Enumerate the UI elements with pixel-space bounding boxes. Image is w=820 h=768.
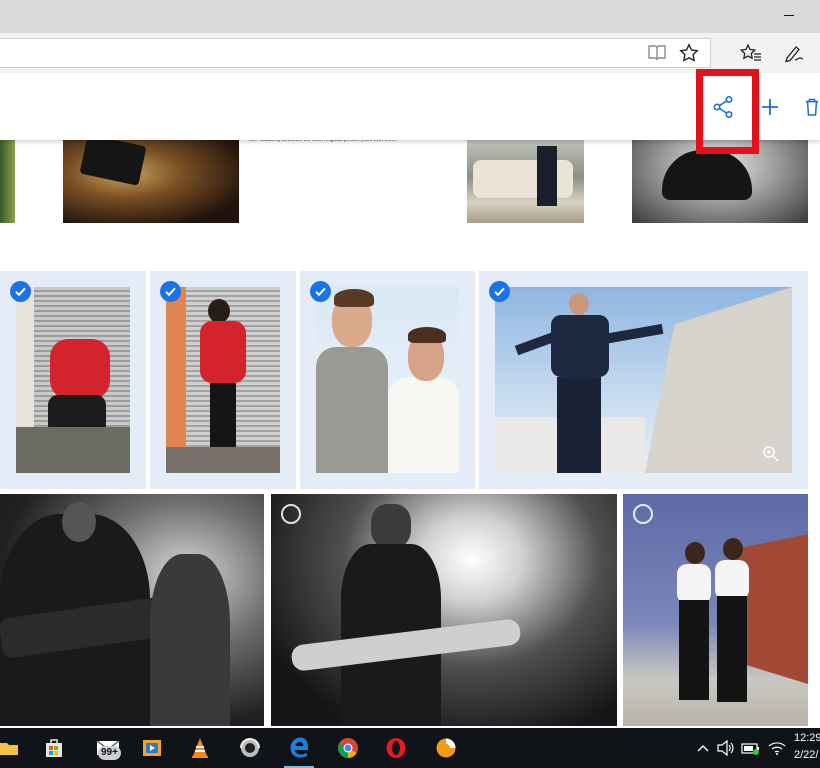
photo-image — [495, 287, 792, 473]
vintage-car-shape — [473, 160, 573, 198]
selected-check-icon[interactable] — [10, 281, 31, 302]
grey-suit-shape — [316, 347, 388, 473]
red-jacket-shape — [200, 321, 246, 383]
head-shape — [723, 538, 743, 560]
wifi-icon[interactable] — [766, 728, 788, 768]
address-bar[interactable] — [0, 38, 711, 68]
ground-shape — [16, 427, 130, 473]
file-explorer-icon[interactable] — [0, 728, 18, 768]
photo-image — [316, 287, 459, 473]
zoom-icon[interactable] — [762, 445, 780, 463]
selected-check-icon[interactable] — [489, 281, 510, 302]
trousers-shape — [679, 600, 709, 700]
head-shape — [569, 293, 589, 315]
selected-tile[interactable] — [0, 271, 146, 489]
photo-tile[interactable] — [623, 494, 808, 726]
phone-shape — [79, 140, 147, 186]
media-player-icon[interactable] — [140, 728, 164, 768]
notification-badge: 99+ — [98, 746, 121, 760]
mail-icon[interactable]: 99+ — [88, 728, 128, 768]
person-shape — [537, 146, 557, 206]
favorite-star-icon[interactable] — [676, 33, 702, 73]
chevron-up-icon[interactable] — [694, 728, 712, 768]
car-shape — [662, 150, 752, 200]
hair-shape — [334, 289, 374, 307]
headset-app-icon[interactable] — [236, 728, 264, 768]
selected-check-icon[interactable] — [160, 281, 181, 302]
pie-chart-app-icon[interactable] — [432, 728, 460, 768]
navigation-bar — [0, 33, 820, 73]
minimize-button[interactable] — [784, 15, 794, 16]
clock[interactable]: 12:29 2/22/ — [794, 732, 820, 762]
select-circle-icon[interactable] — [281, 504, 301, 524]
trousers-shape — [557, 377, 601, 473]
red-jacket-shape — [50, 339, 110, 399]
white-shirt-shape — [677, 564, 711, 604]
photo-tile[interactable] — [271, 494, 617, 726]
edge-icon[interactable] — [284, 728, 314, 768]
photo-tile[interactable] — [467, 140, 584, 223]
selection-toolbar — [0, 69, 820, 154]
ground-shape — [166, 447, 280, 473]
battery-icon[interactable] — [740, 728, 762, 768]
photo-tile[interactable] — [63, 140, 239, 223]
taskbar: 99+ 12:29 2/22/ — [0, 728, 820, 768]
pants-shape — [210, 383, 236, 449]
orange-wall-shape — [166, 287, 186, 473]
opera-icon[interactable] — [382, 728, 410, 768]
title-bar — [0, 0, 820, 33]
head-shape — [62, 502, 96, 542]
photo-tile[interactable] — [0, 140, 15, 223]
selected-check-icon[interactable] — [310, 281, 331, 302]
navy-suit-shape — [551, 315, 609, 377]
clock-date: 2/22/ — [794, 749, 819, 761]
clock-time: 12:29 — [794, 732, 820, 744]
web-note-pen-icon[interactable] — [780, 33, 808, 73]
white-suit-shape — [388, 377, 459, 473]
head-shape — [685, 542, 705, 564]
add-icon[interactable] — [757, 73, 783, 140]
favorites-hub-icon[interactable] — [737, 33, 765, 73]
band-member-shape — [150, 554, 230, 726]
reading-view-icon[interactable] — [644, 33, 670, 73]
selected-tile[interactable] — [300, 271, 475, 489]
head-shape — [208, 299, 230, 323]
arm-shape — [602, 323, 664, 345]
selected-tile[interactable] — [479, 271, 808, 489]
chrome-icon[interactable] — [334, 728, 362, 768]
vlc-icon[interactable] — [188, 728, 212, 768]
photo-tile[interactable] — [0, 494, 264, 726]
selected-tile[interactable] — [150, 271, 296, 489]
delete-icon[interactable] — [804, 73, 820, 140]
trousers-shape — [717, 596, 747, 702]
select-circle-icon[interactable] — [633, 504, 653, 524]
head-shape — [371, 504, 411, 548]
hair-shape — [408, 327, 446, 343]
share-highlight-box — [696, 69, 759, 154]
store-icon[interactable] — [40, 728, 68, 768]
photo-image — [16, 287, 130, 473]
white-shirt-shape — [715, 560, 749, 600]
volume-icon[interactable] — [716, 728, 736, 768]
photo-image — [166, 287, 280, 473]
